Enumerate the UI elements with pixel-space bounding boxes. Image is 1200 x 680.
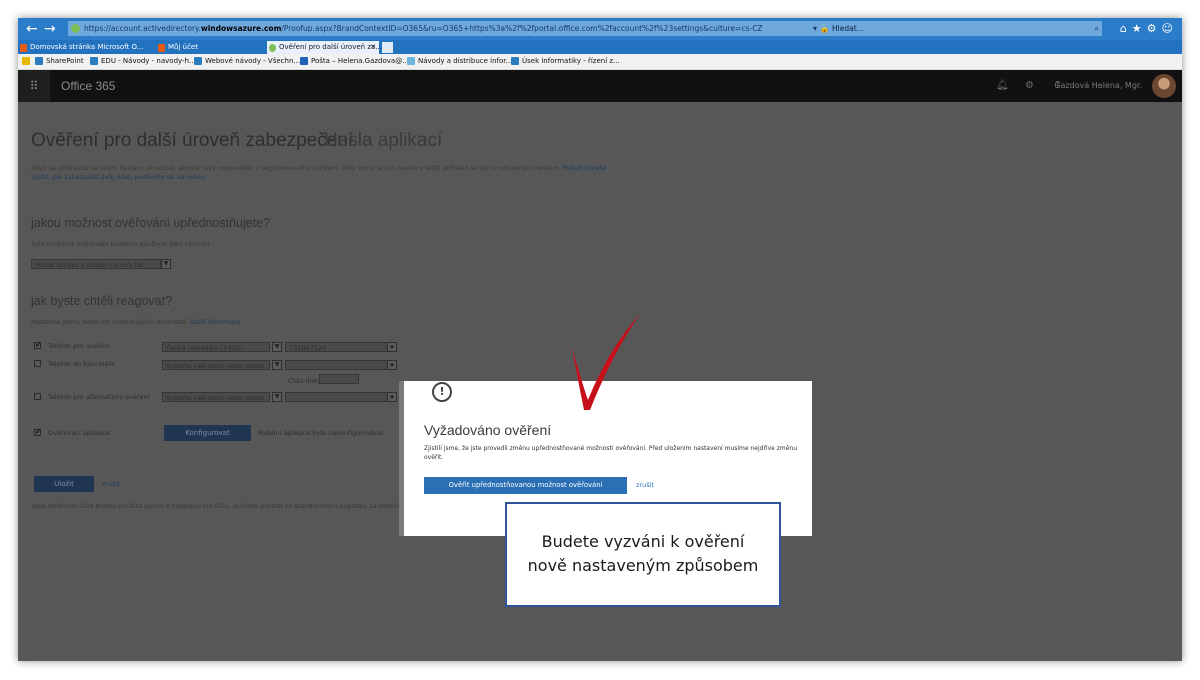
callout-line-2: nově nastaveným způsobem (527, 556, 759, 575)
callout-line-1: Budete vyzváni k ověření (541, 532, 745, 551)
browser-window: ← → https://account.activedirectory.wind… (18, 18, 1182, 661)
annotation-arrow-shape (572, 314, 640, 410)
instruction-callout: Budete vyzváni k ověření nově nastaveným… (505, 502, 781, 607)
